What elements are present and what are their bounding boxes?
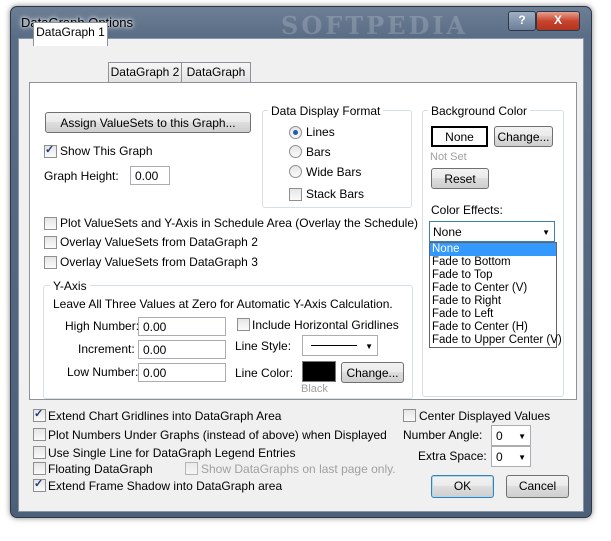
format-lines-radio[interactable] [289, 126, 302, 139]
format-lines-label: Lines [306, 125, 335, 139]
help-button[interactable]: ? [508, 11, 536, 31]
increment-input[interactable]: 0.00 [138, 340, 226, 359]
overlay-schedule-label: Plot ValueSets and Y-Axis in Schedule Ar… [60, 216, 418, 230]
extend-gridlines-label: Extend Chart Gridlines into DataGraph Ar… [48, 409, 282, 423]
line-color-swatch [302, 361, 336, 382]
option-none[interactable]: None [430, 243, 556, 256]
chevron-down-icon: ▼ [518, 432, 526, 441]
color-effects-label: Color Effects: [431, 203, 503, 217]
cancel-button[interactable]: Cancel [506, 475, 569, 498]
extra-space-select[interactable]: 0 ▼ [491, 446, 531, 467]
close-icon: X [553, 13, 562, 27]
overlay-schedule-checkbox[interactable] [44, 217, 57, 230]
gridlines-checkbox[interactable] [237, 318, 250, 331]
chevron-down-icon: ▼ [365, 342, 373, 351]
stack-bars-label: Stack Bars [306, 187, 365, 201]
extend-frame-shadow-label: Extend Frame Shadow into DataGraph area [48, 479, 283, 493]
option-fade-to-center-v[interactable]: Fade to Center (V) [430, 282, 556, 295]
y-axis-note: Leave All Three Values at Zero for Autom… [53, 297, 393, 311]
show-graph-checkbox[interactable] [44, 143, 57, 158]
floating-datagraph-label: Floating DataGraph [48, 462, 153, 476]
high-number-input[interactable]: 0.00 [138, 317, 226, 336]
background-color-title: Background Color [428, 104, 531, 118]
background-reset-button[interactable]: Reset [431, 168, 489, 189]
number-angle-select[interactable]: 0 ▼ [491, 425, 531, 446]
center-values-checkbox[interactable] [403, 409, 416, 422]
extra-space-label: Extra Space: [418, 449, 487, 463]
option-fade-to-bottom[interactable]: Fade to Bottom [430, 256, 556, 269]
background-color-swatch: None [431, 126, 488, 147]
background-change-button[interactable]: Change... [494, 126, 553, 147]
plot-numbers-under-checkbox[interactable] [33, 428, 46, 441]
line-style-preview [311, 345, 357, 346]
plot-numbers-under-label: Plot Numbers Under Graphs (instead of ab… [48, 428, 387, 442]
high-number-label: High Number: [65, 319, 140, 333]
last-page-only-checkbox[interactable] [185, 462, 198, 475]
format-wide-bars-label: Wide Bars [306, 165, 362, 179]
graph-height-input[interactable]: 0.00 [130, 166, 170, 185]
option-fade-to-left[interactable]: Fade to Left [430, 308, 556, 321]
assign-valuesets-button[interactable]: Assign ValueSets to this Graph... [45, 112, 251, 133]
color-effects-value: None [433, 225, 462, 239]
overlay-datagraph-2-label: Overlay ValueSets from DataGraph 2 [60, 235, 258, 249]
display-format-title: Data Display Format [268, 104, 384, 118]
line-color-change-button[interactable]: Change... [341, 362, 404, 383]
chevron-down-icon: ▼ [518, 453, 526, 462]
background-status: Not Set [430, 151, 467, 163]
tab-datagraph-3[interactable]: DataGraph 3 [181, 62, 251, 98]
low-number-input[interactable]: 0.00 [138, 363, 226, 382]
close-button[interactable]: X [536, 11, 580, 31]
show-graph-label: Show This Graph [60, 144, 153, 158]
y-axis-title: Y-Axis [50, 279, 90, 293]
tab-datagraph-1[interactable]: DataGraph 1 [33, 22, 108, 46]
option-fade-to-right[interactable]: Fade to Right [430, 295, 556, 308]
last-page-only-label: Show DataGraphs on last page only. [201, 462, 396, 476]
number-angle-label: Number Angle: [403, 428, 483, 442]
watermark: SOFTPEDIA [281, 11, 469, 40]
overlay-datagraph-3-label: Overlay ValueSets from DataGraph 3 [60, 255, 258, 269]
center-values-label: Center Displayed Values [419, 409, 551, 423]
extend-frame-shadow-checkbox[interactable] [33, 477, 46, 492]
single-line-legend-label: Use Single Line for DataGraph Legend Ent… [48, 446, 296, 460]
line-color-label: Line Color: [235, 366, 294, 380]
increment-label: Increment: [78, 342, 135, 356]
option-fade-to-top[interactable]: Fade to Top [430, 269, 556, 282]
low-number-label: Low Number: [67, 365, 139, 379]
chevron-down-icon: ▼ [542, 228, 550, 237]
single-line-legend-checkbox[interactable] [33, 446, 46, 459]
overlay-datagraph-2-checkbox[interactable] [44, 236, 57, 249]
line-color-name: Black [301, 383, 328, 395]
color-effects-dropdown[interactable]: None Fade to Bottom Fade to Top Fade to … [429, 242, 562, 348]
format-bars-radio[interactable] [289, 145, 302, 158]
overlay-datagraph-3-checkbox[interactable] [44, 256, 57, 269]
line-style-select[interactable]: ▼ [302, 335, 378, 356]
floating-datagraph-checkbox[interactable] [33, 462, 46, 475]
extend-gridlines-checkbox[interactable] [33, 407, 46, 422]
tab-datagraph-2[interactable]: DataGraph 2 [108, 62, 182, 82]
line-style-label: Line Style: [235, 339, 292, 353]
format-bars-label: Bars [306, 145, 331, 159]
number-angle-value: 0 [496, 429, 503, 443]
stack-bars-checkbox[interactable] [289, 188, 302, 201]
graph-height-label: Graph Height: [44, 169, 119, 183]
color-effects-select[interactable]: None ▼ [429, 221, 555, 242]
format-wide-bars-radio[interactable] [289, 165, 302, 178]
option-fade-to-center-h[interactable]: Fade to Center (H) [430, 321, 556, 334]
ok-button[interactable]: OK [431, 475, 494, 498]
extra-space-value: 0 [496, 450, 503, 464]
gridlines-label: Include Horizontal Gridlines [252, 318, 399, 332]
option-fade-to-upper-center-v[interactable]: Fade to Upper Center (V) [430, 334, 562, 347]
